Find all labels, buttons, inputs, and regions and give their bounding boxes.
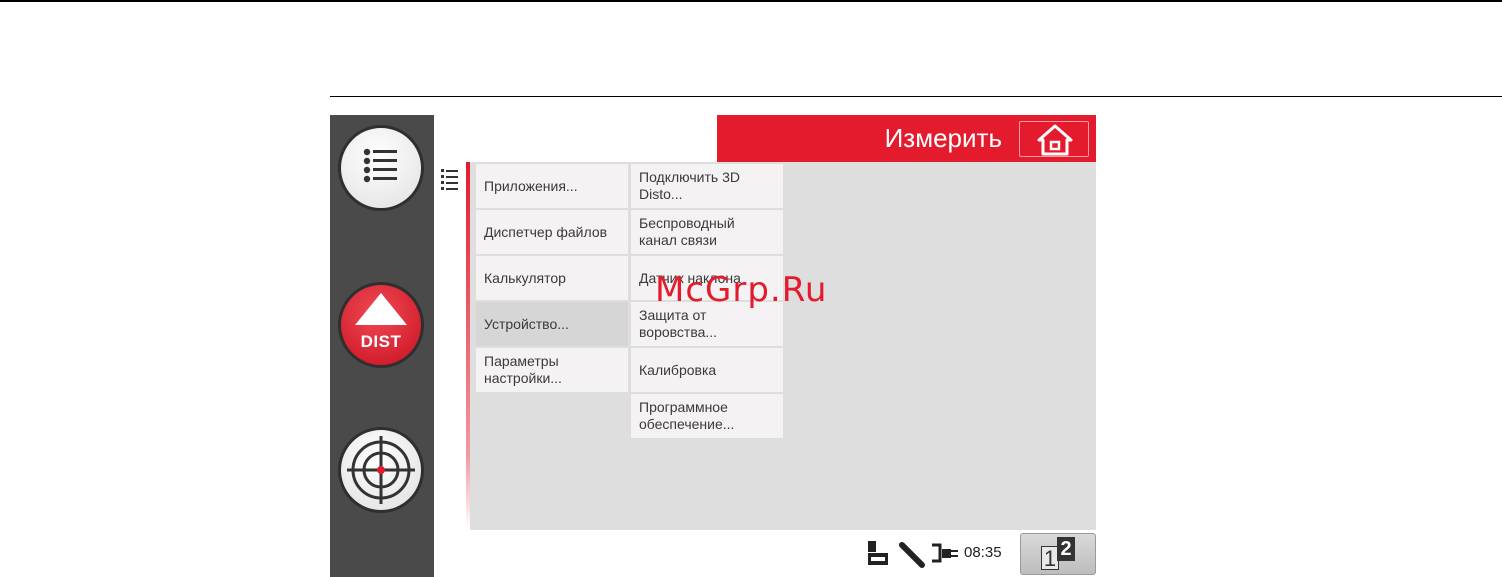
main-content: Измерить Приложения... Диспетчер файлов … <box>434 115 1098 577</box>
page-switch-button[interactable]: 1 2 <box>1020 533 1096 575</box>
target-button[interactable] <box>338 427 424 513</box>
page-2-indicator: 2 <box>1057 537 1075 561</box>
sidebar: DIST <box>330 115 434 577</box>
menu-item-label: Приложения... <box>484 177 578 194</box>
page-top-rule <box>0 0 1502 2</box>
menu-button[interactable] <box>338 125 424 211</box>
page-title: Измерить <box>884 123 1002 153</box>
menu-item-settings[interactable]: Параметры настройки... <box>476 348 628 392</box>
menu-item-label: Калибровка <box>639 361 717 378</box>
list-icon <box>441 169 458 190</box>
menu-item-connect-3d-disto[interactable]: Подключить 3D Disto... <box>631 164 783 208</box>
menu-item-label: Подключить 3D Disto... <box>639 169 740 202</box>
dist-label: DIST <box>360 332 402 351</box>
menu-item-file-manager[interactable]: Диспетчер файлов <box>476 210 628 254</box>
menu-item-device[interactable]: Устройство... <box>476 302 628 346</box>
menu-item-label: Устройство... <box>484 315 569 332</box>
title-bar: Измерить <box>717 115 1096 162</box>
watermark: McGrp.Ru <box>655 270 828 310</box>
memory-card-icon <box>868 541 888 565</box>
menu-item-wireless-link[interactable]: Беспроводный канал связи <box>631 210 783 254</box>
menu-item-software[interactable]: Программное обеспечение... <box>631 394 783 438</box>
menu-item-applications[interactable]: Приложения... <box>476 164 628 208</box>
menu-item-label: Диспетчер файлов <box>484 223 608 240</box>
dist-button[interactable]: DIST <box>338 282 424 368</box>
menu-item-label: Программное обеспечение... <box>639 399 735 432</box>
home-icon <box>1037 124 1073 156</box>
menu-item-label: Калькулятор <box>484 269 566 286</box>
target-icon <box>347 436 415 504</box>
power-plug-icon <box>932 543 958 563</box>
clock: 08:35 <box>964 544 1002 561</box>
status-bar: 08:35 1 2 <box>434 532 1098 577</box>
measure-triangle-icon <box>355 293 407 325</box>
section-rule <box>330 96 1502 97</box>
device-screen: DIST Измерить Приложения... Диспетчер фа… <box>330 115 1098 577</box>
bluetooth-probe-icon <box>898 541 925 568</box>
menu-item-label: Параметры настройки... <box>484 353 562 386</box>
menu-item-calculator[interactable]: Калькулятор <box>476 256 628 300</box>
list-icon <box>363 148 397 183</box>
menu-item-calibration[interactable]: Калибровка <box>631 348 783 392</box>
menu-item-label: Защита от воровства... <box>639 307 718 340</box>
home-button[interactable] <box>1019 121 1089 157</box>
menu-item-label: Беспроводный канал связи <box>639 215 735 248</box>
